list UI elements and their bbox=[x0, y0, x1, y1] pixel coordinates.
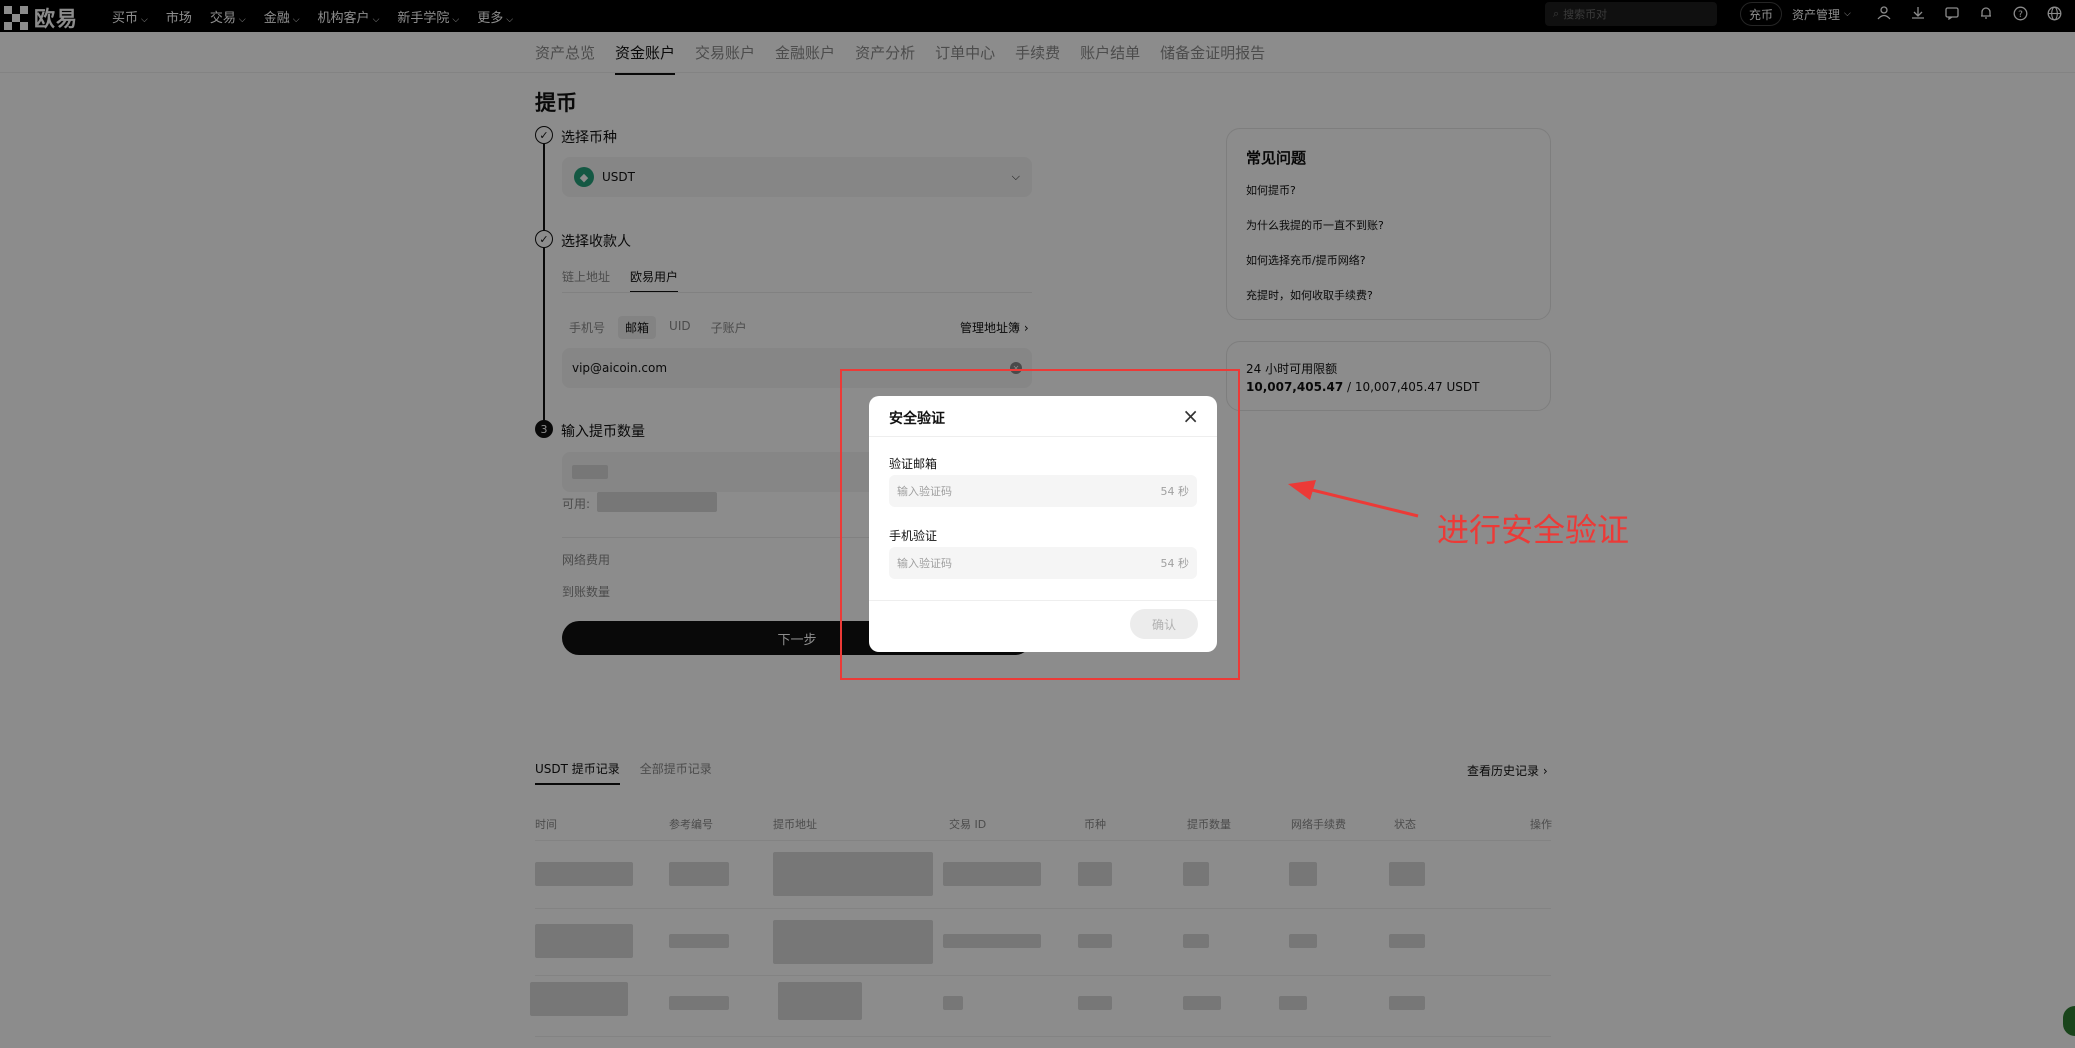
annotation-highlight-box bbox=[840, 369, 1240, 680]
annotation-arrow-icon bbox=[1288, 480, 1419, 518]
annotation-text: 进行安全验证 bbox=[1437, 511, 1630, 549]
